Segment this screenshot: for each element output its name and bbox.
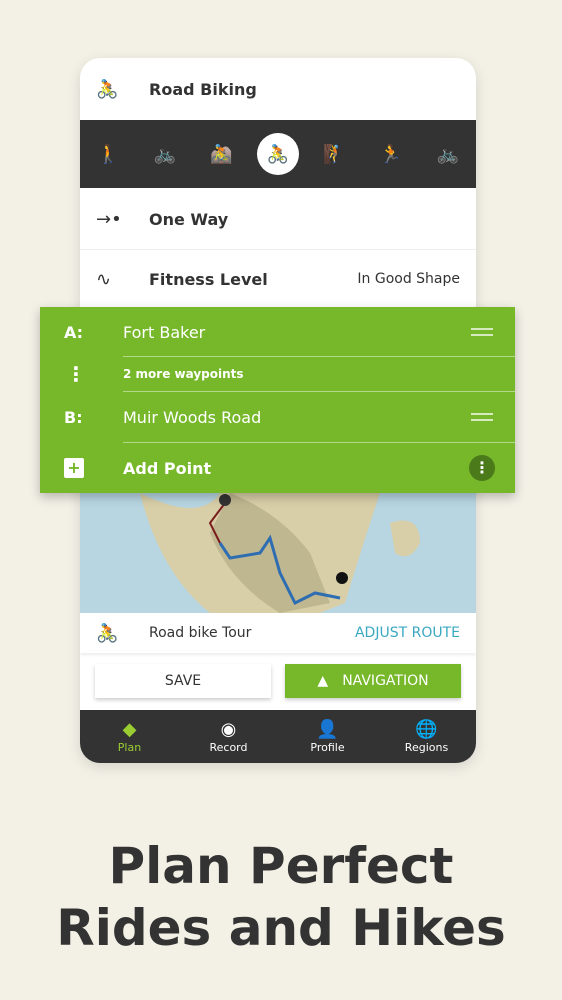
activity-header[interactable]: 🚴 Road Biking: [80, 58, 476, 120]
globe-icon: 🌐: [415, 719, 438, 740]
save-button[interactable]: SAVE: [95, 664, 271, 698]
nav-profile[interactable]: 👤 Profile: [288, 719, 368, 754]
nav-label: Record: [209, 741, 248, 754]
touring-bike-icon[interactable]: 🚲: [427, 133, 469, 175]
activity-title: Road Biking: [149, 79, 257, 99]
pulse-icon: ∿: [96, 268, 112, 290]
add-icon: +: [40, 458, 123, 478]
headline: Plan Perfect Rides and Hikes: [0, 835, 562, 959]
add-point-row[interactable]: + Add Point ⋮: [40, 443, 515, 493]
mountain-bike-icon[interactable]: 🚵: [200, 133, 242, 175]
nav-label: Profile: [310, 741, 345, 754]
waypoints-panel: A: Fort Baker ⋮ 2 more waypoints B: Muir…: [40, 307, 515, 493]
nav-label: Plan: [117, 741, 142, 754]
waypoint-b-key: B:: [64, 407, 83, 427]
directions-icon: ◆: [122, 719, 137, 740]
road-bike-icon: 🚴: [96, 622, 119, 644]
nav-label: Regions: [404, 741, 449, 754]
hiking-icon[interactable]: 🚶: [87, 133, 129, 175]
nav-plan[interactable]: ◆ Plan: [90, 719, 170, 754]
waypoint-a[interactable]: A: Fort Baker: [40, 307, 515, 357]
route-type-row[interactable]: →• One Way: [80, 190, 476, 250]
drag-handle-icon[interactable]: [471, 413, 493, 421]
adjust-route-button[interactable]: ADJUST ROUTE: [355, 625, 476, 641]
map-svg: [140, 493, 420, 613]
fitness-row[interactable]: ∿ Fitness Level In Good Shape: [80, 250, 476, 308]
more-waypoints-label: 2 more waypoints: [123, 367, 244, 381]
navigation-arrow-icon: ▲: [317, 673, 329, 689]
tour-label: Road bike Tour: [149, 625, 252, 641]
person-icon: 👤: [316, 719, 339, 740]
navigation-label: NAVIGATION: [342, 673, 429, 689]
more-vertical-icon: ⋮: [66, 362, 86, 386]
road-bike-icon[interactable]: 🚴: [256, 133, 299, 175]
more-options-icon[interactable]: ⋮: [469, 455, 495, 481]
nav-regions[interactable]: 🌐 Regions: [387, 719, 467, 754]
running-icon[interactable]: 🏃: [370, 133, 412, 175]
add-point-label: Add Point: [123, 458, 212, 478]
waypoint-b[interactable]: B: Muir Woods Road: [40, 392, 515, 442]
fitness-value: In Good Shape: [357, 271, 460, 287]
drag-handle-icon[interactable]: [471, 328, 493, 336]
route-map[interactable]: [80, 493, 476, 613]
waypoint-b-name: Muir Woods Road: [123, 407, 262, 427]
waypoint-a-key: A:: [64, 322, 84, 342]
more-waypoints[interactable]: ⋮ 2 more waypoints: [40, 357, 515, 391]
fitness-label: Fitness Level: [149, 269, 268, 289]
headline-line2: Rides and Hikes: [56, 899, 506, 957]
bottom-nav: ◆ Plan ◉ Record 👤 Profile 🌐 Regions: [80, 710, 476, 763]
route-type-label: One Way: [149, 210, 229, 229]
waypoint-a-name: Fort Baker: [123, 322, 206, 342]
activity-selector: 🚶 🚲 🚵 🚴 🧗 🏃 🚲: [80, 120, 476, 188]
bike-icon[interactable]: 🚲: [144, 133, 186, 175]
navigation-button[interactable]: ▲ NAVIGATION: [285, 664, 461, 698]
road-bike-icon: 🚴: [96, 78, 119, 100]
nav-record[interactable]: ◉ Record: [189, 719, 269, 754]
one-way-arrow-icon: →•: [96, 209, 122, 230]
tour-row: 🚴 Road bike Tour ADJUST ROUTE: [80, 613, 476, 653]
climbing-icon[interactable]: 🧗: [314, 133, 356, 175]
record-icon: ◉: [220, 719, 237, 740]
headline-line1: Plan Perfect: [108, 837, 454, 895]
